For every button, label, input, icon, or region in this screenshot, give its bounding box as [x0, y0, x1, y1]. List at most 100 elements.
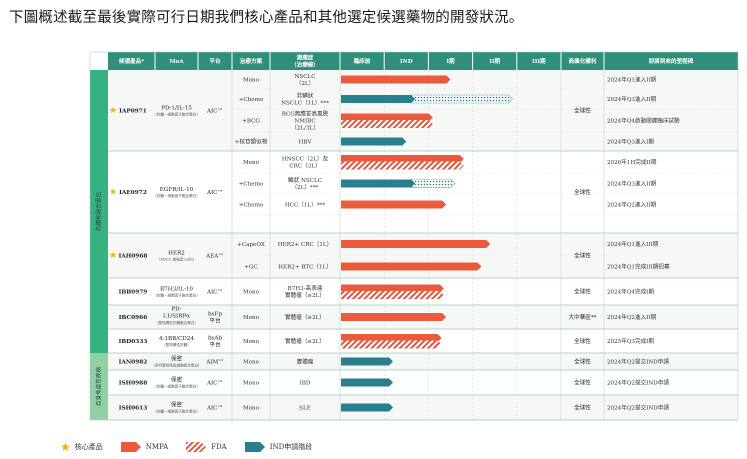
commercial-rights: 全球性: [574, 251, 591, 259]
product-moa-detail: （抗體－細胞因子融合蛋白）: [153, 409, 200, 414]
star-icon: ★: [109, 188, 117, 198]
product-platform: AIC™: [206, 108, 223, 114]
product-moa-detail: （ADCC 增強型 mAb）: [157, 257, 197, 262]
ind-bar: [341, 378, 394, 387]
header-milestone: 即將到來的里程碑: [649, 57, 694, 65]
fda-swatch-icon: [186, 442, 207, 452]
product-name: ISH0613: [119, 405, 148, 411]
commercial-rights: 大中華區**: [569, 313, 597, 321]
header-preclinical: 臨床前: [354, 57, 371, 65]
indication-cell: 實體瘤（≥2L）: [285, 337, 325, 345]
therapy-cell: Mono: [243, 289, 260, 295]
legend-core-label: 核心產品: [74, 443, 103, 451]
group-label: 自身免疫性疾病: [95, 367, 103, 407]
planned-bar: [410, 179, 456, 188]
product-platform: bsAb 平台: [208, 335, 222, 348]
product-name: IBB0979: [119, 289, 148, 295]
commercial-rights: 全球性: [574, 378, 591, 386]
milestone-cell: 2024年Q2提交IND申請: [607, 403, 669, 411]
commercial-rights: 全球性: [574, 188, 591, 196]
therapy-cell: Mono: [243, 339, 260, 345]
indication-cell: IBD: [300, 380, 311, 386]
commercial-rights: 全球性: [574, 337, 591, 345]
ind-bar: [341, 179, 416, 188]
nmpa-bar: [341, 262, 482, 271]
milestone-cell: 2024年Q3進入I期: [607, 137, 654, 145]
indication-cell: 鱗狀 NSCLC （2L）***: [288, 176, 322, 191]
commercial-rights: 全球性: [574, 403, 591, 411]
product-moa: EGFR/IL-10: [160, 187, 194, 193]
header-ind: IND: [400, 59, 413, 65]
product-platform: AIC™: [206, 289, 223, 295]
milestone-cell: 2025年Q3完成I期: [607, 337, 654, 345]
legend-ind: IND申請階段: [244, 442, 313, 452]
product-name: IAE0972: [119, 190, 147, 196]
therapy-cell: Mono: [243, 315, 260, 321]
product-moa-detail: （雙特異性抗體）: [162, 342, 191, 347]
indication-cell: HER2+ CRC（1L）: [278, 241, 332, 248]
therapy-cell: Mono: [243, 160, 260, 166]
ind-bar: [341, 403, 394, 412]
product-moa: 保密: [171, 354, 183, 362]
product-band: [108, 233, 738, 278]
product-name: IAN0982: [119, 359, 148, 365]
milestone-cell: 2026年1H完成II期: [607, 158, 657, 166]
indication-cell: SLE: [299, 405, 311, 411]
header-background: [108, 52, 738, 70]
fda-bar: [341, 120, 433, 128]
milestone-cell: 2024年Q1進入II期: [607, 75, 657, 83]
commercial-rights: 全球性: [574, 287, 591, 295]
product-name: IAH0968: [119, 253, 148, 259]
milestone-cell: 2024年Q4啟動關鍵臨床試驗: [607, 116, 680, 124]
fda-bar: [341, 340, 442, 349]
product-name: IAP0971: [119, 108, 147, 114]
legend-ind-label: IND申請階段: [269, 443, 313, 451]
legend-fda: FDA: [186, 442, 227, 452]
header-commercial: 商業化權利: [569, 57, 597, 65]
product-moa-detail: （抗體－細胞因子融合蛋白）: [153, 193, 200, 198]
therapy-cell: +GC: [244, 264, 257, 270]
fda-bar: [341, 291, 444, 299]
therapy-cell: +核苷類似物: [235, 137, 268, 145]
nmpa-bar: [341, 200, 447, 209]
milestone-cell: 2024年Q3進入II期: [607, 95, 657, 103]
product-platform: AIC™: [206, 405, 223, 411]
milestone-cell: 2024年Q3進入II期: [607, 179, 657, 187]
ind-bar: [341, 357, 394, 366]
product-name: IBD0333: [119, 339, 148, 345]
nmpa-bar: [341, 313, 447, 321]
product-moa: HER2: [168, 250, 185, 256]
product-moa: 4-1BB/CD24: [159, 336, 194, 342]
nmpa-bar: [341, 240, 491, 248]
product-moa-detail: （抗體－細胞因子融合蛋白）: [153, 112, 200, 117]
indication-cell: HER2+ BTC（1L）: [278, 263, 332, 270]
nmpa-bar: [341, 75, 451, 84]
header-phase3: III期: [532, 57, 546, 65]
therapy-cell: Mono: [243, 77, 260, 83]
milestone-cell: 2024年Q1進入III期: [607, 240, 659, 248]
indication-cell: HBV: [298, 139, 312, 145]
therapy-cell: Mono: [243, 405, 260, 411]
therapy-cell: Mono: [243, 380, 260, 386]
therapy-cell: +Chemo: [239, 181, 264, 187]
product-moa: 保密: [171, 375, 183, 383]
star-icon: ★: [109, 106, 117, 116]
pipeline-chart: 候選產品* MoA 平台 治療方案適應症（治療線）商業化權利 即將到來的里程碑臨床前 IN…: [89, 51, 739, 421]
legend-fda-label: FDA: [211, 443, 227, 451]
product-platform: AIC™: [206, 380, 223, 386]
header-phase1: I期: [446, 57, 455, 65]
legend-nmpa: NMPA: [120, 442, 169, 452]
ind-bar: [341, 95, 416, 103]
product-moa-detail: （抗體－細胞因子融合蛋白）: [153, 384, 200, 389]
legend-nmpa-label: NMPA: [145, 443, 169, 451]
indication-cell: NSCLC （2L）: [294, 74, 315, 87]
therapy-cell: +Chemo: [239, 202, 264, 208]
milestone-cell: 2024年Q1完成III期招募: [607, 262, 670, 270]
product-moa-detail: （多特異性免疫細胞接合蛋白）: [151, 363, 201, 368]
header-therapy: 治療方案: [240, 57, 263, 65]
legend-core: ★ 核心產品: [60, 440, 103, 454]
indication-cell: HCC（1L）***: [285, 201, 325, 208]
therapy-cell: Mono: [243, 359, 260, 365]
legend: ★ 核心產品 NMPA FDA IND申請階段: [60, 439, 330, 455]
product-platform: AEA™: [205, 253, 224, 259]
